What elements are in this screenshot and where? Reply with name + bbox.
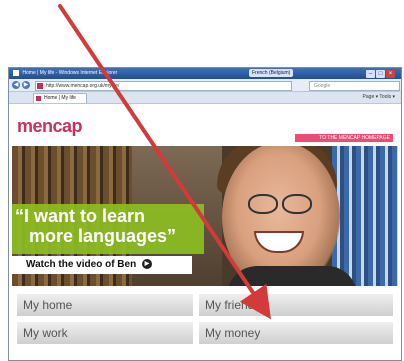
menu-my-friends[interactable]: My friends xyxy=(199,294,393,316)
glasses-icon xyxy=(244,194,314,214)
secondary-window-tab[interactable]: French (Belgium) xyxy=(249,69,294,77)
lens-left xyxy=(248,194,278,214)
title-bar: Home | My life - Windows Internet Explor… xyxy=(9,68,401,79)
close-icon[interactable]: × xyxy=(386,70,395,78)
browser-window: Home | My life - Windows Internet Explor… xyxy=(8,67,402,361)
tab-home[interactable]: Home | My life xyxy=(33,93,87,103)
url-text: http://www.mencap.org.uk/mylife/ xyxy=(46,83,120,89)
tab-bar: Home | My life Page ▾ Tools ▾ xyxy=(9,92,401,104)
site-favicon-icon xyxy=(37,83,43,89)
menu-my-home[interactable]: My home xyxy=(17,294,193,316)
hero-quote: “I want to learn more languages” xyxy=(15,206,176,246)
tab-favicon-icon xyxy=(36,96,41,101)
person-face xyxy=(222,146,340,286)
hero-banner: “I want to learn more languages” Watch t… xyxy=(12,146,398,286)
quote-line-2: more languages” xyxy=(29,226,177,246)
forward-icon[interactable]: ▶ xyxy=(22,81,30,89)
address-bar: ◀ ▶ http://www.mencap.org.uk/mylife/ Goo… xyxy=(9,79,401,92)
browser-icon xyxy=(13,69,19,76)
person-shirt xyxy=(227,266,357,286)
mencap-logo[interactable]: mencap xyxy=(17,116,83,137)
search-input[interactable]: Google xyxy=(309,81,400,91)
command-bar[interactable]: Page ▾ Tools ▾ xyxy=(363,93,395,102)
menu-my-money[interactable]: My money xyxy=(199,322,393,344)
menu-my-work[interactable]: My work xyxy=(17,322,193,344)
homepage-link[interactable]: TO THE MENCAP HOMEPAGE xyxy=(295,134,393,142)
watch-video-label: Watch the video of Ben xyxy=(26,259,137,270)
minimize-icon[interactable]: – xyxy=(366,70,375,78)
back-icon[interactable]: ◀ xyxy=(12,81,20,89)
bookshelf-right xyxy=(332,146,398,286)
lens-right xyxy=(282,194,312,214)
window-title: Home | My life - Windows Internet Explor… xyxy=(22,70,118,76)
play-icon: ▶ xyxy=(141,259,152,270)
search-placeholder: Google xyxy=(314,83,331,89)
tab-label: Home | My life xyxy=(44,95,76,101)
maximize-icon[interactable]: □ xyxy=(376,70,385,78)
quote-line-1: “I want to learn xyxy=(15,206,146,226)
watch-video-link[interactable]: Watch the video of Ben ▶ xyxy=(12,256,192,274)
url-input[interactable]: http://www.mencap.org.uk/mylife/ xyxy=(35,81,292,91)
page-content: mencap TO THE MENCAP HOMEPAGE “I want to… xyxy=(9,104,401,360)
